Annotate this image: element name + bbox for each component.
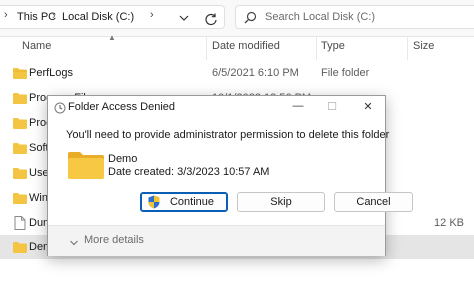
column-header-size[interactable]: Size xyxy=(413,40,434,52)
folder-icon xyxy=(13,166,27,179)
sort-ascending-icon: ▲ xyxy=(108,33,116,42)
continue-button[interactable]: Continue xyxy=(140,192,228,212)
more-details-link[interactable]: More details xyxy=(84,234,144,246)
folder-date-created: Date created: 3/3/2023 10:57 AM xyxy=(108,166,270,178)
chevron-down-icon[interactable] xyxy=(69,235,79,246)
maximize-icon: ☐ xyxy=(327,101,337,113)
refresh-icon[interactable] xyxy=(204,12,220,28)
address-bar: › This PC › Local Disk (C:) › Search Loc… xyxy=(0,0,474,37)
file-icon xyxy=(13,216,27,230)
maximize-button[interactable]: ☐ xyxy=(315,96,349,120)
row-name: PerfLogs xyxy=(29,67,74,79)
row-date: 6/5/2021 6:10 PM xyxy=(212,67,299,79)
shield-icon xyxy=(148,195,160,209)
chevron-right-icon[interactable]: › xyxy=(150,9,154,21)
folder-icon xyxy=(13,240,27,253)
folder-icon xyxy=(13,66,27,79)
folder-name: Demo xyxy=(108,153,138,165)
breadcrumb[interactable]: › This PC › Local Disk (C:) › xyxy=(0,5,225,29)
close-icon: ✕ xyxy=(363,101,373,113)
minimize-icon: — xyxy=(292,100,304,112)
dialog-title: Folder Access Denied xyxy=(68,101,175,113)
chevron-right-icon[interactable]: › xyxy=(52,10,56,22)
column-header-name[interactable]: Name xyxy=(22,40,51,52)
clock-icon xyxy=(54,101,66,114)
breadcrumb-local-disk[interactable]: Local Disk (C:) xyxy=(62,11,134,23)
folder-access-denied-dialog: Folder Access Denied — ☐ ✕ You'll need t… xyxy=(47,95,413,256)
breadcrumb-this-pc[interactable]: This PC xyxy=(17,11,56,23)
cancel-label: Cancel xyxy=(356,196,391,208)
search-placeholder: Search Local Disk (C:) xyxy=(265,11,376,23)
row-size: 12 KB xyxy=(434,217,464,229)
column-divider[interactable] xyxy=(407,36,408,60)
table-row[interactable]: PerfLogs 6/5/2021 6:10 PM File folder xyxy=(0,61,474,85)
column-header-date[interactable]: Date modified xyxy=(212,40,280,52)
dialog-message: You'll need to provide administrator per… xyxy=(66,129,390,141)
chevron-right-icon[interactable]: › xyxy=(4,9,8,21)
row-name: Soft xyxy=(29,142,49,154)
cancel-button[interactable]: Cancel xyxy=(334,192,413,212)
minimize-button[interactable]: — xyxy=(281,96,315,120)
dialog-title-bar[interactable]: Folder Access Denied — ☐ ✕ xyxy=(48,96,385,120)
close-button[interactable]: ✕ xyxy=(351,96,385,120)
chevron-down-icon[interactable] xyxy=(178,11,190,29)
folder-icon xyxy=(68,151,104,179)
more-details-bar: More details xyxy=(48,225,385,256)
column-header-type[interactable]: Type xyxy=(321,40,345,52)
folder-icon xyxy=(13,116,27,129)
continue-label: Continue xyxy=(169,196,215,208)
folder-icon xyxy=(13,141,27,154)
row-type: File folder xyxy=(321,67,370,79)
row-name: Win xyxy=(29,192,48,204)
column-divider[interactable] xyxy=(316,36,317,60)
search-icon xyxy=(244,11,258,25)
search-input[interactable]: Search Local Disk (C:) xyxy=(235,5,474,29)
skip-button[interactable]: Skip xyxy=(237,192,325,212)
column-divider[interactable] xyxy=(206,36,207,60)
folder-icon xyxy=(13,191,27,204)
folder-icon xyxy=(13,91,27,104)
